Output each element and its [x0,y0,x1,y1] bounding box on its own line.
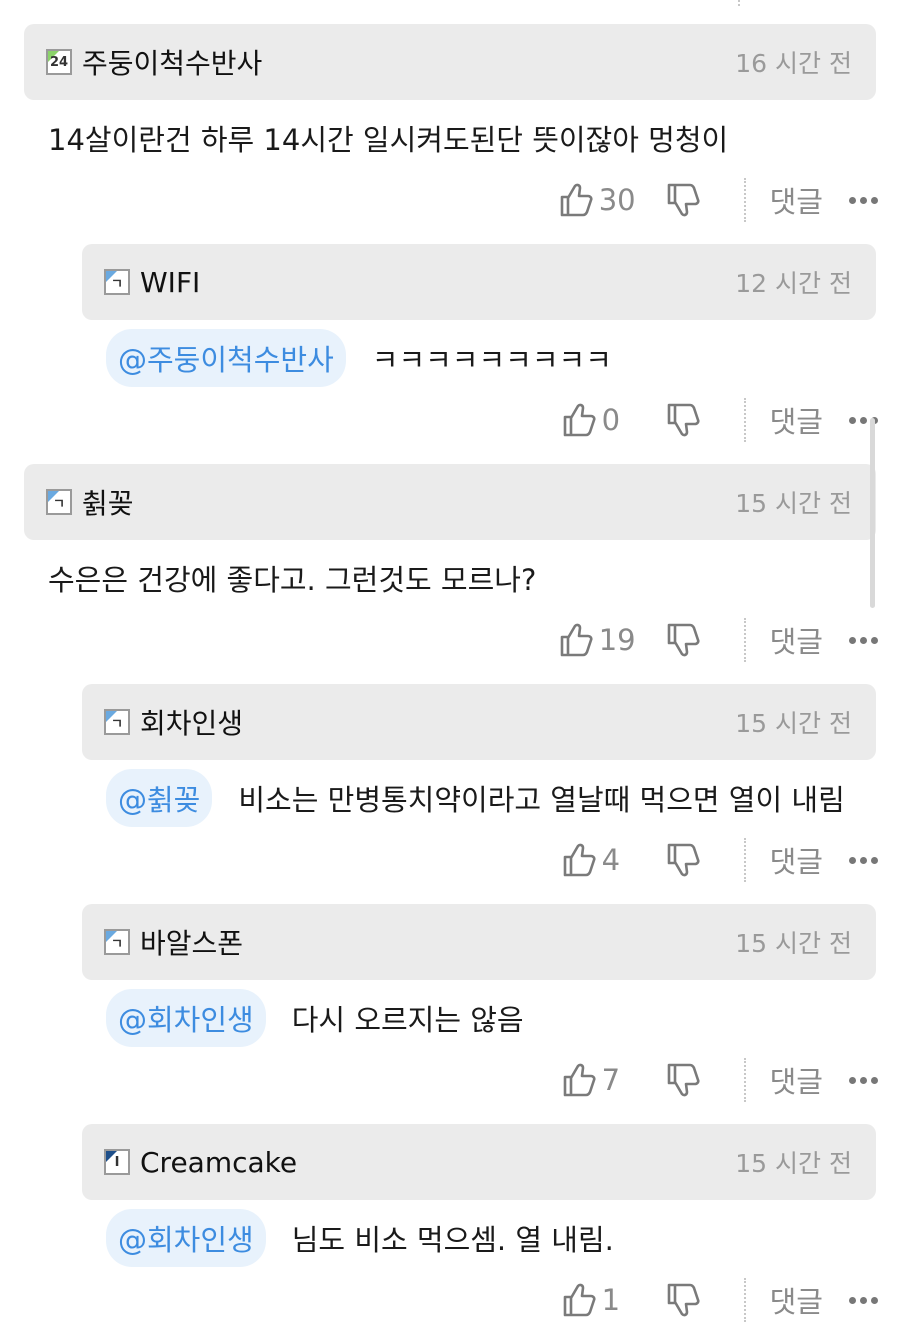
comment-time: 12 시간 전 [735,269,852,298]
comment-text: ㅋㅋㅋㅋㅋㅋㅋㅋㅋ [371,343,612,377]
thumbs-down-icon [667,1063,700,1097]
reply-button[interactable]: 댓글 [770,1279,823,1321]
comment-time: 16 시간 전 [735,49,852,78]
level-badge-icon: ㄱ [104,929,130,955]
more-dots-icon[interactable] [849,1296,878,1304]
thumbs-down-icon [667,403,700,437]
comment-text: 비소는 만병통치약이라고 열날때 먹으면 열이 내림 [238,783,845,817]
mention-tag[interactable]: @회차인생 [106,989,266,1047]
comment-text: 다시 오르지는 않음 [291,1003,524,1037]
dislike-button[interactable] [666,402,700,438]
action-divider [743,1278,746,1322]
comment-text: 수은은 건강에 좋다고. 그런것도 모르나? [48,563,537,597]
thumbs-down-icon [667,1283,700,1317]
mention-tag[interactable]: @췱꽂 [106,769,213,827]
comment-time: 15 시간 전 [735,489,852,518]
comment-actions: 4 댓글 [562,838,878,882]
thumbs-up-icon [563,403,596,437]
comment-nickname[interactable]: 췱꽂 [82,482,134,522]
dislike-button[interactable] [666,182,700,218]
reply-button[interactable]: 댓글 [770,619,823,661]
comment-header: ㄱ 췱꽂 15 시간 전 [24,464,876,540]
level-badge-icon: ㄱ [46,489,72,515]
thumbs-up-icon [560,183,593,217]
comment-text: 님도 비소 먹으셈. 열 내림. [291,1223,614,1257]
more-dots-icon[interactable] [849,856,878,864]
thumbs-up-icon [563,1283,596,1317]
comment-body: 14살이란건 하루 14시간 일시켜도된단 뜻이잖아 멍청이 [48,116,728,160]
thumbs-up-icon [563,843,596,877]
comment-header: I Creamcake 15 시간 전 [82,1124,876,1200]
mention-tag[interactable]: @주둥이척수반사 [106,329,346,387]
comment-body: @회차인생 님도 비소 먹으셈. 열 내림. [106,1209,614,1267]
comment-body: 수은은 건강에 좋다고. 그런것도 모르나? [48,556,536,600]
like-count: 1 [601,1283,621,1317]
level-badge-icon: I [104,1149,130,1175]
dislike-button[interactable] [666,1282,700,1318]
reply-button[interactable]: 댓글 [770,179,823,221]
thumbs-up-icon [563,1063,596,1097]
level-badge-icon: 24 [46,49,72,75]
thumbs-down-icon [667,843,700,877]
comment-text: 14살이란건 하루 14시간 일시켜도된단 뜻이잖아 멍청이 [48,123,729,157]
comment-nickname[interactable]: 회차인생 [140,702,243,742]
thumbs-down-icon [667,183,700,217]
comment-body: @주둥이척수반사 ㅋㅋㅋㅋㅋㅋㅋㅋㅋ [106,329,612,387]
level-badge-icon: ㄱ [104,709,130,735]
comment-time: 15 시간 전 [735,1149,852,1178]
comment-nickname[interactable]: 바알스폰 [140,922,243,962]
comment-actions: 7 댓글 [562,1058,878,1102]
reply-button[interactable]: 댓글 [770,1059,823,1101]
comment-body: @췱꽂 비소는 만병통치약이라고 열날때 먹으면 열이 내림 [106,769,845,827]
comment-actions: 19 댓글 [559,618,878,662]
thumbs-down-icon [667,623,700,657]
more-dots-icon[interactable] [849,636,878,644]
like-count: 0 [601,403,621,437]
reply-button[interactable]: 댓글 [770,839,823,881]
action-divider [743,398,746,442]
comment-header: ㄱ WIFI 12 시간 전 [82,244,876,320]
comment-nickname[interactable]: 주둥이척수반사 [82,42,262,82]
action-divider [743,838,746,882]
comment-nickname[interactable]: Creamcake [140,1146,297,1179]
like-button[interactable]: 4 [562,842,636,878]
level-badge-icon: ㄱ [104,269,130,295]
action-divider [743,618,746,662]
like-count: 4 [601,843,621,877]
like-button[interactable]: 30 [559,182,636,218]
like-button[interactable]: 1 [562,1282,636,1318]
action-divider [743,178,746,222]
comment-actions: 1 댓글 [562,1278,878,1322]
comment-header: ㄱ 회차인생 15 시간 전 [82,684,876,760]
dislike-button[interactable] [666,622,700,658]
comment-header: ㄱ 바알스폰 15 시간 전 [82,904,876,980]
dislike-button[interactable] [666,1062,700,1098]
comment-nickname[interactable]: WIFI [140,266,200,299]
action-divider [743,1058,746,1102]
comment-header: 24 주둥이척수반사 16 시간 전 [24,24,876,100]
reply-button[interactable]: 댓글 [770,399,823,441]
comment-actions: 0 댓글 [562,398,878,442]
thumbs-up-icon [560,623,593,657]
top-divider [738,0,740,6]
comment-time: 15 시간 전 [735,929,852,958]
like-button[interactable]: 7 [562,1062,636,1098]
like-button[interactable]: 19 [559,622,636,658]
comment-actions: 30 댓글 [559,178,878,222]
more-dots-icon[interactable] [849,196,878,204]
more-dots-icon[interactable] [849,1076,878,1084]
like-button[interactable]: 0 [562,402,636,438]
mention-tag[interactable]: @회차인생 [106,1209,266,1267]
comment-body: @회차인생 다시 오르지는 않음 [106,989,524,1047]
comment-time: 15 시간 전 [735,709,852,738]
like-count: 19 [598,623,636,657]
dislike-button[interactable] [666,842,700,878]
like-count: 7 [601,1063,621,1097]
scrollbar[interactable] [870,418,875,608]
like-count: 30 [598,183,636,217]
